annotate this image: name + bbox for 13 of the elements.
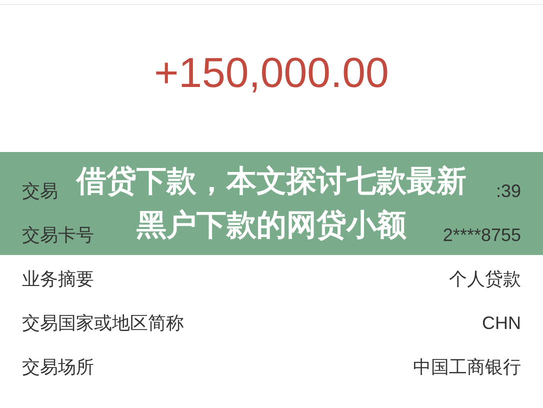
detail-label: 业务摘要: [22, 268, 94, 291]
detail-value: 中国工商银行: [413, 356, 521, 379]
detail-label: 交易: [22, 180, 58, 203]
detail-value: CHN: [482, 312, 521, 334]
banner-title-text: 黑户下款的网贷小额: [136, 206, 406, 244]
detail-label: 交易国家或地区简称: [22, 312, 184, 335]
banner-title-text: 借贷下款，本文探讨七款最新: [76, 162, 466, 200]
detail-value: :39: [496, 180, 521, 202]
detail-label: 交易场所: [22, 356, 94, 379]
amount-text: +150,000.00: [154, 48, 389, 96]
detail-value: 2****8755: [442, 224, 521, 246]
detail-value: 个人贷款: [449, 268, 521, 291]
detail-label: 交易卡号: [22, 224, 94, 247]
